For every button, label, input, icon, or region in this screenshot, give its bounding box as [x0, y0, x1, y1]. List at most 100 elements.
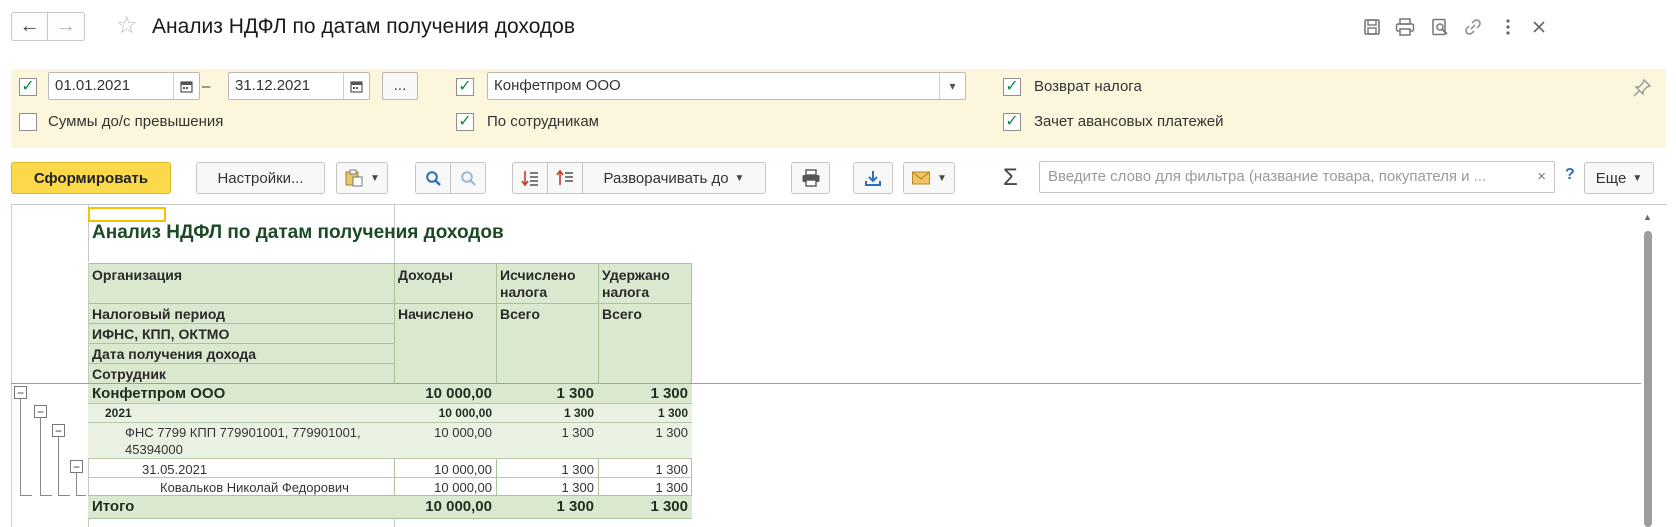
row-date-income: 10 000,00: [434, 462, 492, 477]
row-org-calc: 1 300: [556, 385, 594, 402]
organization-select[interactable]: Конфетпром ООО ▾: [487, 72, 966, 100]
row-ifns-label-2: 45394000: [125, 442, 183, 457]
date-to-value: 31.12.2021: [235, 77, 311, 94]
save-icon[interactable]: [1361, 16, 1383, 38]
expand-to-dropdown[interactable]: Разворачивать до ▼: [582, 162, 766, 194]
more-button[interactable]: Еще ▼: [1584, 162, 1654, 194]
vertical-scrollbar-thumb[interactable]: [1644, 231, 1652, 527]
find-next-button[interactable]: [450, 162, 486, 194]
sum-icon[interactable]: Σ: [1003, 163, 1018, 193]
download-icon: [865, 171, 881, 186]
row-employee-withheld: 1 300: [655, 480, 688, 495]
period-checkbox[interactable]: ✓: [19, 78, 37, 96]
tree-line: [40, 495, 52, 496]
grid-line: [496, 263, 497, 495]
calendar-icon[interactable]: [173, 73, 199, 99]
period-select-button[interactable]: ...: [382, 72, 418, 100]
clear-icon[interactable]: ×: [1537, 162, 1546, 192]
date-to-field[interactable]: 31.12.2021: [228, 72, 370, 100]
tax-refund-checkbox[interactable]: ✓: [1003, 78, 1021, 96]
checkmark-icon: ✓: [1005, 78, 1019, 95]
variants-button[interactable]: ▼: [336, 162, 388, 194]
date-from-field[interactable]: 01.01.2021: [48, 72, 200, 100]
row-date-withheld: 1 300: [655, 462, 688, 477]
envelope-icon: [912, 171, 931, 185]
header-withheld: Удержано налога: [602, 267, 670, 300]
row-org-income: 10 000,00: [425, 385, 492, 402]
back-button[interactable]: ←: [11, 12, 48, 41]
row-ifns-label: ФНС 7799 КПП 779901001, 779901001,: [125, 425, 361, 440]
collapse-group-icon[interactable]: −: [52, 424, 65, 437]
checkmark-icon: ✓: [1005, 113, 1019, 130]
organization-checkbox[interactable]: ✓: [456, 78, 474, 96]
pin-icon[interactable]: [1632, 78, 1652, 103]
date-from-value: 01.01.2021: [55, 77, 131, 94]
tree-line: [58, 495, 70, 496]
dropdown-arrow-icon[interactable]: ▾: [939, 73, 965, 99]
save-to-file-button[interactable]: [853, 162, 893, 194]
by-employees-label: По сотрудникам: [487, 113, 599, 130]
expand-all-button[interactable]: [512, 162, 548, 194]
grid-line: [88, 363, 394, 364]
generate-button[interactable]: Сформировать: [11, 162, 171, 194]
forward-button[interactable]: →: [48, 12, 85, 41]
grid-line: [88, 458, 692, 459]
search-placeholder: Введите слово для фильтра (название това…: [1048, 168, 1487, 185]
checkmark-icon: ✓: [458, 113, 472, 130]
tree-line: [76, 495, 86, 496]
total-label: Итого: [92, 498, 135, 515]
selected-cell[interactable]: [88, 207, 166, 222]
grid-line: [88, 403, 692, 404]
collapse-group-icon[interactable]: −: [34, 405, 47, 418]
sums-exceed-label: Суммы до/с превышения: [48, 113, 224, 130]
row-period-calc: 1 300: [563, 406, 594, 420]
settings-button[interactable]: Настройки...: [196, 162, 325, 194]
tree-line: [76, 473, 77, 495]
grid-line: [88, 343, 394, 344]
tree-line: [20, 495, 32, 496]
more-label: Еще: [1595, 169, 1627, 187]
send-email-button[interactable]: ▼: [903, 162, 955, 194]
collapse-groups-icon: [556, 169, 573, 185]
header-calculated-sub: Всего: [500, 306, 540, 322]
search-next-icon: [460, 170, 476, 186]
filter-search-input[interactable]: Введите слово для фильтра (название това…: [1039, 161, 1555, 193]
checkmark-icon: ✓: [458, 78, 472, 95]
favorite-star-icon[interactable]: ☆: [116, 12, 138, 40]
grid-line: [88, 518, 692, 519]
row-org-label: Конфетпром ООО: [92, 385, 226, 402]
report-title: Анализ НДФЛ по датам получения доходов: [92, 222, 504, 243]
calendar-icon[interactable]: [343, 73, 369, 99]
arrow-right-icon: →: [56, 15, 76, 37]
tree-line: [58, 437, 59, 495]
collapse-group-icon[interactable]: −: [14, 386, 27, 399]
print-icon[interactable]: [1394, 16, 1416, 38]
advance-offset-checkbox[interactable]: ✓: [1003, 113, 1021, 131]
search-icon: [425, 170, 441, 186]
link-icon[interactable]: [1462, 16, 1484, 38]
row-ifns-calc: 1 300: [561, 425, 594, 440]
preview-icon[interactable]: [1429, 16, 1451, 38]
expand-to-label: Разворачивать до: [603, 169, 729, 187]
by-employees-checkbox[interactable]: ✓: [456, 113, 474, 131]
more-vertical-icon[interactable]: [1497, 16, 1519, 38]
help-icon[interactable]: ?: [1565, 166, 1575, 184]
close-icon[interactable]: [1528, 16, 1550, 38]
grid-line: [88, 303, 692, 304]
grid-line: [88, 263, 692, 264]
row-employee-income: 10 000,00: [434, 480, 492, 495]
header-tax-period: Налоговый период: [92, 306, 226, 322]
sums-exceed-checkbox[interactable]: [19, 113, 37, 131]
date-separator: –: [202, 78, 211, 95]
row-period-withheld: 1 300: [657, 406, 688, 420]
row-date-label: 31.05.2021: [142, 462, 208, 477]
row-org-withheld: 1 300: [650, 385, 688, 402]
collapse-group-icon[interactable]: −: [70, 460, 83, 473]
header-calculated: Исчислено налога: [500, 267, 576, 300]
tax-refund-label: Возврат налога: [1034, 78, 1142, 95]
print-button[interactable]: [791, 162, 830, 194]
collapse-all-button[interactable]: [547, 162, 583, 194]
window-title: Анализ НДФЛ по датам получения доходов: [152, 15, 575, 38]
find-button[interactable]: [415, 162, 451, 194]
scroll-up-icon[interactable]: ▲: [1643, 212, 1652, 222]
